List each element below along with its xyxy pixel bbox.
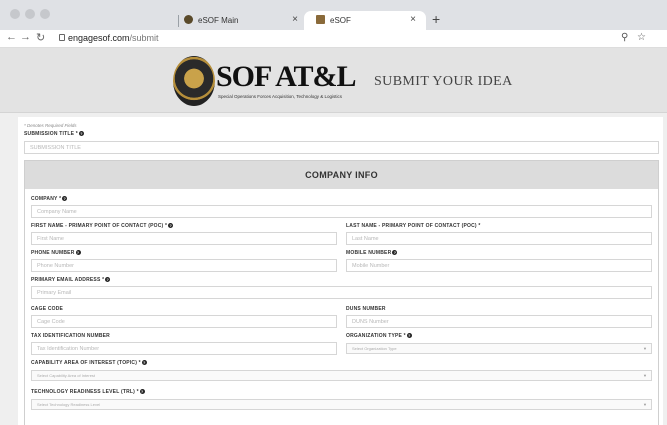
close-window-icon[interactable] [10, 9, 20, 19]
lock-icon [59, 34, 65, 41]
sof-seal-logo [173, 56, 215, 106]
esof-favicon-icon [316, 15, 325, 24]
chevron-down-icon: ▼ [643, 373, 647, 378]
tin-input[interactable] [31, 342, 337, 355]
close-tab-icon[interactable]: × [292, 14, 298, 25]
section-title: COMPANY INFO [305, 170, 378, 180]
help-icon[interactable]: ? [105, 277, 111, 283]
company-input[interactable] [31, 205, 652, 218]
help-icon[interactable]: ? [168, 223, 174, 229]
last-name-input[interactable] [346, 232, 652, 245]
tab-esof[interactable]: eSOF × [304, 11, 426, 30]
last-name-label: LAST NAME - PRIMARY POINT OF CONTACT (PO… [346, 223, 481, 229]
chevron-down-icon: ▼ [643, 402, 647, 407]
email-label: PRIMARY EMAIL ADDRESS *? [31, 277, 111, 283]
company-label: COMPANY *? [31, 196, 68, 202]
url-path: /submit [129, 33, 159, 43]
first-name-label: FIRST NAME - PRIMARY POINT OF CONTACT (P… [31, 223, 174, 229]
help-icon[interactable]: ? [78, 131, 84, 137]
help-icon[interactable]: ? [406, 333, 412, 339]
zoom-icon[interactable]: ⚲ [621, 32, 628, 43]
logo-subtitle: Special Operations Forces Acquisition, T… [218, 94, 342, 99]
select-placeholder: Select Technology Readiness Level [37, 402, 101, 407]
header-banner: SOF AT&L Special Operations Forces Acqui… [0, 48, 667, 113]
org-type-label: ORGANIZATION TYPE *? [346, 333, 412, 339]
tin-label: TAX IDENTIFICATION NUMBER [31, 333, 110, 339]
url-domain: engagesof.com [68, 33, 130, 43]
tab-divider [178, 15, 179, 27]
duns-label: DUNS NUMBER [346, 306, 386, 312]
tab-esof-main[interactable]: eSOF Main × [172, 11, 308, 30]
help-icon[interactable]: ? [75, 250, 81, 256]
select-placeholder: Select Organization Type [352, 346, 397, 351]
cage-code-input[interactable] [31, 315, 337, 328]
submit-form: * Denotes Required Fields SUBMISSION TIT… [18, 117, 663, 425]
maximize-window-icon[interactable] [40, 9, 50, 19]
close-tab-icon[interactable]: × [410, 14, 416, 25]
logo-text: SOF AT&L [216, 60, 357, 93]
capability-label: CAPABILITY AREA OF INTEREST (TOPIC) *? [31, 360, 147, 366]
reload-icon[interactable]: ↻ [36, 31, 45, 44]
forward-icon[interactable]: → [20, 31, 31, 43]
tab-strip: eSOF Main × eSOF × + [0, 0, 667, 30]
help-icon[interactable]: ? [62, 196, 68, 202]
org-type-select[interactable]: Select Organization Type ▼ [346, 343, 652, 354]
bookmark-star-icon[interactable]: ☆ [637, 32, 646, 43]
submission-title-input[interactable] [24, 141, 659, 154]
phone-input[interactable] [31, 259, 337, 272]
cage-code-label: CAGE CODE [31, 306, 64, 312]
phone-label: PHONE NUMBER? [31, 250, 81, 256]
minimize-window-icon[interactable] [25, 9, 35, 19]
submission-title-label: SUBMISSION TITLE *? [24, 131, 84, 137]
new-tab-button[interactable]: + [432, 11, 440, 27]
capability-select[interactable]: Select Capability Area of Interest ▼ [31, 370, 652, 381]
help-icon[interactable]: ? [392, 250, 398, 256]
page-title: SUBMIT YOUR IDEA [374, 74, 513, 89]
company-info-section: COMPANY INFO COMPANY *? FIRST NAME - PRI… [24, 160, 659, 425]
duns-input[interactable] [346, 315, 652, 328]
mobile-label: MOBILE NUMBER? [346, 250, 398, 256]
back-icon[interactable]: ← [6, 31, 17, 43]
section-header: COMPANY INFO [25, 161, 658, 189]
chevron-down-icon: ▼ [643, 346, 647, 351]
address-toolbar: ← → ↻ engagesof.com/submit ⚲ ☆ [0, 30, 667, 48]
select-placeholder: Select Capability Area of Interest [37, 373, 96, 378]
email-input[interactable] [31, 286, 652, 299]
esof-favicon-icon [184, 15, 193, 24]
help-icon[interactable]: ? [141, 360, 147, 366]
trl-label: TECHNOLOGY READINESS LEVEL (TRL) *? [31, 389, 145, 395]
address-bar[interactable]: engagesof.com/submit [68, 33, 159, 43]
trl-select[interactable]: Select Technology Readiness Level ▼ [31, 399, 652, 410]
tab-title: eSOF Main [198, 16, 239, 25]
mobile-input[interactable] [346, 259, 652, 272]
help-icon[interactable]: ? [139, 389, 145, 395]
browser-window: eSOF Main × eSOF × + ← → ↻ engagesof.com… [0, 0, 667, 425]
page-content: SOF AT&L Special Operations Forces Acqui… [0, 48, 667, 425]
tab-title: eSOF [330, 16, 351, 25]
first-name-input[interactable] [31, 232, 337, 245]
required-note: * Denotes Required Fields [24, 123, 77, 128]
